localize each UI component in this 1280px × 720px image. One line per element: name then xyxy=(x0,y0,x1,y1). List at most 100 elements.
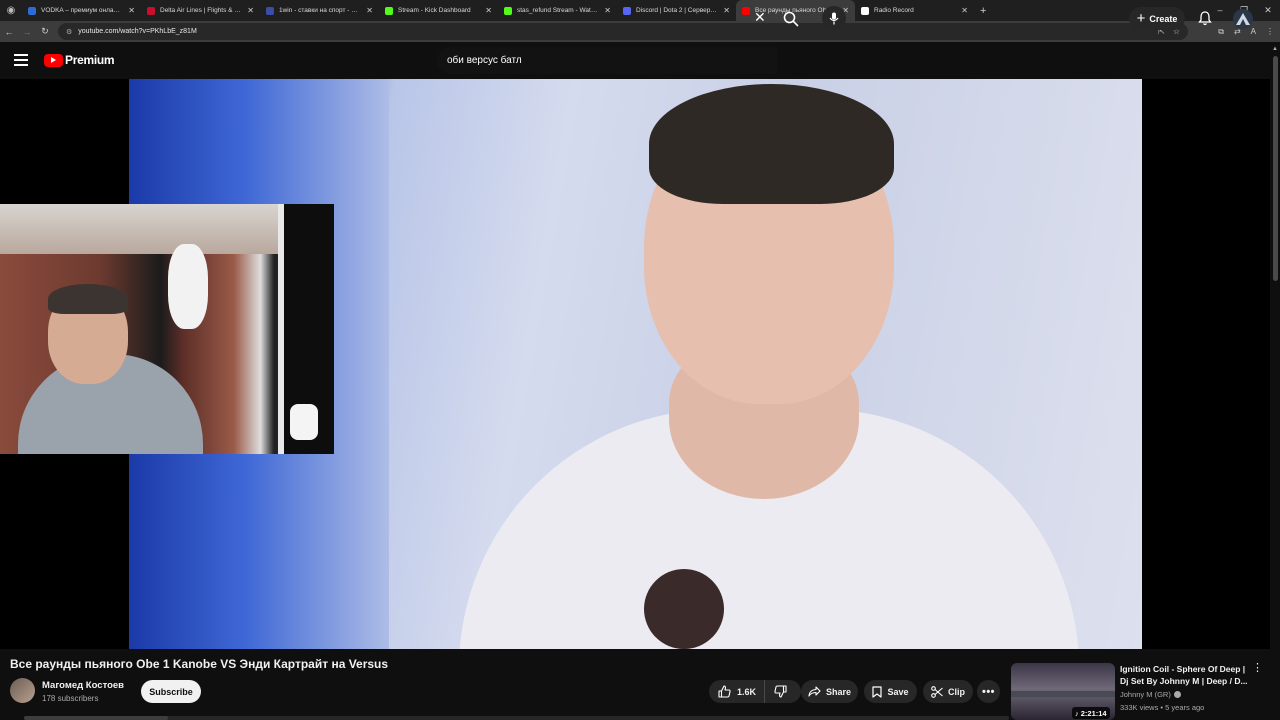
like-dislike-group: 1.6K xyxy=(709,680,801,703)
back-icon[interactable]: ← xyxy=(0,27,18,37)
clip-button[interactable]: Clip xyxy=(923,680,973,703)
music-note-icon: ♪ xyxy=(1075,708,1079,718)
extensions-icon[interactable]: ⧉ xyxy=(1218,27,1224,37)
tab-favicon-icon xyxy=(28,6,36,15)
tab-close-icon[interactable]: ✕ xyxy=(485,6,492,15)
share-button[interactable]: Share xyxy=(801,680,858,703)
webcam-lamp xyxy=(290,404,318,440)
recommendation-title-line2: Dj Set By Johnny M | Deep / D... xyxy=(1120,676,1248,686)
scroll-up-icon[interactable]: ▲ xyxy=(1272,46,1278,52)
microphone-icon xyxy=(829,12,839,24)
dislike-button[interactable] xyxy=(765,685,795,698)
scrollbar-thumb[interactable] xyxy=(1273,56,1278,281)
tab-title: Delta Air Lines | Flights & Plane xyxy=(160,7,241,14)
browser-tab[interactable]: Stream - Kick Dashboard ✕ xyxy=(379,0,498,21)
youtube-play-icon xyxy=(44,53,63,67)
video-title: Все раунды пьяного Obe 1 Kanobe VS Энди … xyxy=(10,657,389,671)
page-scrollbar[interactable]: ▲ xyxy=(1271,44,1279,284)
bookmark-icon xyxy=(872,685,883,698)
close-window-icon[interactable]: ✕ xyxy=(1256,0,1280,21)
browser-tab[interactable]: 1win - ставки на спорт - 82182 ✕ xyxy=(260,0,379,21)
tab-search-icon[interactable]: ◉ xyxy=(0,0,22,21)
url-text: youtube.com/watch?v=PKhLbE_z81M xyxy=(78,28,197,35)
tab-title: Radio Record xyxy=(874,7,914,14)
tab-favicon-icon xyxy=(623,6,631,15)
clip-label: Clip xyxy=(948,686,965,697)
webcam-overlay xyxy=(0,204,334,454)
thumbnail-landscape xyxy=(1011,691,1115,697)
tab-close-icon[interactable]: ✕ xyxy=(366,6,373,15)
thumbs-up-icon xyxy=(718,685,731,698)
scroll-hint-strip xyxy=(24,716,1009,720)
tab-close-icon[interactable]: ✕ xyxy=(723,6,730,15)
recommendation-title[interactable]: Ignition Coil - Sphere Of Deep | Dj Set … xyxy=(1120,663,1250,687)
youtube-logo[interactable]: Premium xyxy=(44,53,115,67)
create-label: Create xyxy=(1149,13,1178,24)
duration-text: 2:21:14 xyxy=(1080,708,1107,718)
tab-title: 1win - ставки на спорт - 82182 xyxy=(279,7,360,14)
browser-tab[interactable]: VODKA – премиум онлайн-ка ✕ xyxy=(22,0,141,21)
frame-hair xyxy=(649,84,894,204)
tab-favicon-icon xyxy=(147,6,155,15)
avatar-logo-icon xyxy=(1236,13,1250,25)
save-button[interactable]: Save xyxy=(864,680,917,703)
tab-title: Discord | Dota 2 | Сервер e[L]e xyxy=(636,7,718,14)
browser-menu-icon[interactable]: ⋮ xyxy=(1266,27,1274,36)
tab-favicon-icon xyxy=(266,6,274,15)
recommendation-menu-icon[interactable]: ⋮ xyxy=(1252,663,1263,674)
share-label: Share xyxy=(825,686,851,697)
webcam-person-hair xyxy=(48,284,128,314)
plus-icon: + xyxy=(1136,10,1146,27)
like-count: 1.6K xyxy=(737,686,757,697)
browser-tab[interactable]: Delta Air Lines | Flights & Plane ✕ xyxy=(141,0,260,21)
tab-favicon-icon xyxy=(742,6,750,15)
recommendation-channel[interactable]: Johnny M (GR) xyxy=(1120,690,1181,699)
subscribe-button[interactable]: Subscribe xyxy=(141,680,201,703)
reload-icon[interactable]: ↻ xyxy=(36,26,54,37)
search-input[interactable]: оби версус батл xyxy=(437,47,777,74)
tab-close-icon[interactable]: ✕ xyxy=(128,6,135,15)
search-query: оби версус батл xyxy=(447,55,522,66)
notifications-button[interactable] xyxy=(1198,11,1212,31)
clear-search-icon[interactable]: ✕ xyxy=(754,10,766,24)
youtube-header: Premium оби версус батл xyxy=(0,42,1280,79)
menu-icon[interactable] xyxy=(14,54,28,66)
frame-shirt-print xyxy=(644,569,724,649)
create-button[interactable]: + Create xyxy=(1129,7,1185,30)
more-actions-button[interactable]: ••• xyxy=(977,680,1000,703)
forward-icon[interactable]: → xyxy=(18,27,36,37)
scroll-hint-fill xyxy=(24,716,168,720)
like-button[interactable]: 1.6K xyxy=(709,680,766,703)
tab-close-icon[interactable]: ✕ xyxy=(604,6,611,15)
browser-tab-strip: ◉ VODKA – премиум онлайн-ка ✕ Delta Air Li… xyxy=(0,0,1280,21)
voice-search-button[interactable] xyxy=(822,6,846,30)
channel-name[interactable]: Магомед Костоев xyxy=(42,680,124,691)
new-tab-button[interactable]: + xyxy=(974,5,992,17)
account-avatar[interactable] xyxy=(1233,9,1253,29)
url-field[interactable]: ⚙ youtube.com/watch?v=PKhLbE_z81M ⇱ ☆ xyxy=(58,23,1188,40)
channel-avatar[interactable] xyxy=(10,678,35,703)
site-info-icon[interactable]: ⚙ xyxy=(66,28,72,36)
subscriber-count: 178 subscribers xyxy=(42,694,99,703)
recommendation-title-line1: Ignition Coil - Sphere Of Deep | xyxy=(1120,664,1246,674)
profile-icon[interactable]: A xyxy=(1251,27,1256,36)
bell-icon xyxy=(1198,11,1212,26)
search-icon xyxy=(783,11,799,27)
thumbs-down-icon xyxy=(773,685,787,698)
video-player[interactable] xyxy=(0,79,1270,649)
tab-favicon-icon xyxy=(504,6,512,15)
recommendation-duration: ♪ 2:21:14 xyxy=(1072,707,1110,719)
search-button[interactable] xyxy=(778,8,804,30)
tab-close-icon[interactable]: ✕ xyxy=(961,6,968,15)
tab-title: stas_refund Stream - Watch Li xyxy=(517,7,599,14)
browser-tab[interactable]: Radio Record ✕ xyxy=(855,0,974,21)
recommendation-channel-name: Johnny M (GR) xyxy=(1120,690,1171,699)
browser-tab[interactable]: stas_refund Stream - Watch Li ✕ xyxy=(498,0,617,21)
tab-close-icon[interactable]: ✕ xyxy=(247,6,254,15)
browser-tab[interactable]: Discord | Dota 2 | Сервер e[L]e ✕ xyxy=(617,0,736,21)
address-bar-row: ← → ↻ ⚙ youtube.com/watch?v=PKhLbE_z81M … xyxy=(0,21,1280,42)
logo-text: Premium xyxy=(65,53,115,67)
tab-favicon-icon xyxy=(385,6,393,15)
scissors-icon xyxy=(931,685,943,698)
webcam-goose-decor xyxy=(168,244,208,329)
